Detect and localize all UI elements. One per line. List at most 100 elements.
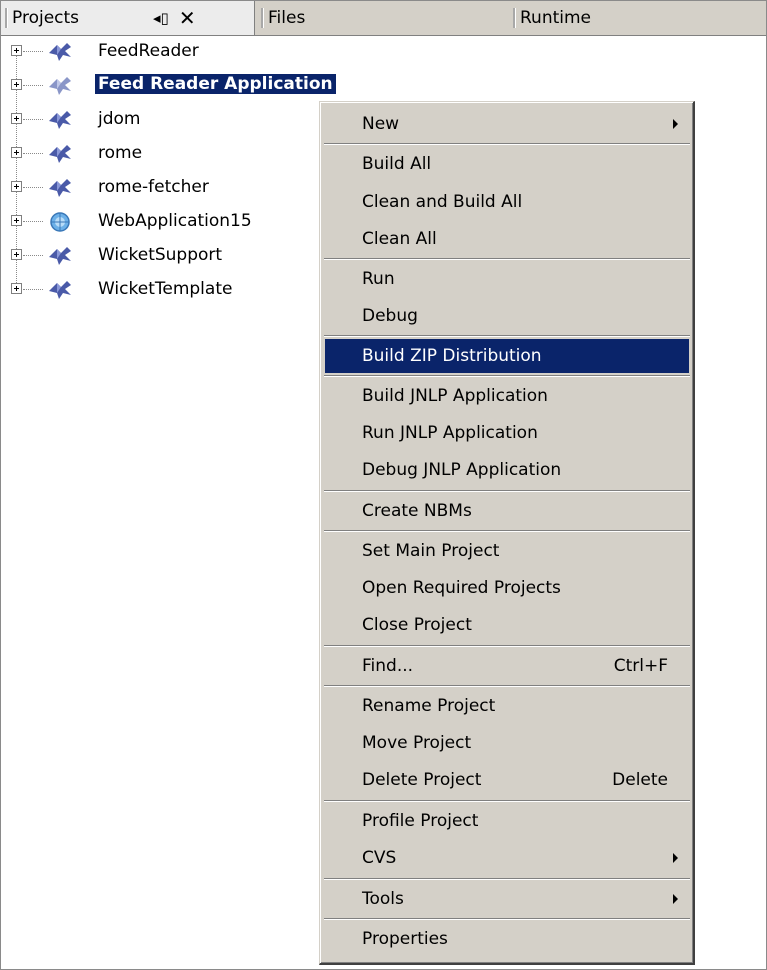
menu-item-delete-project[interactable]: Delete Project Delete	[325, 763, 689, 797]
menu-item-build-zip-distribution[interactable]: Build ZIP Distribution	[325, 339, 689, 373]
tab-projects-label: Projects	[12, 8, 80, 28]
tree-connector	[23, 51, 43, 52]
tab-projects[interactable]: Projects ◂▯ ✕	[1, 1, 255, 35]
menu-item-rename-project[interactable]: Rename Project	[325, 689, 689, 723]
tree-node-label: jdom	[98, 109, 141, 129]
menu-separator	[324, 258, 690, 260]
tab-runtime-label: Runtime	[520, 8, 592, 28]
tab-bar: Projects ◂▯ ✕ Files Runtime	[1, 1, 766, 36]
tree-connector	[23, 221, 43, 222]
menu-separator	[324, 685, 690, 687]
expand-icon[interactable]	[11, 283, 22, 294]
menu-item-label: Profile Project	[362, 811, 479, 831]
project-icon	[49, 77, 71, 95]
project-icon	[49, 281, 71, 299]
menu-item-open-required-projects[interactable]: Open Required Projects	[325, 571, 689, 605]
menu-item-label: Clean and Build All	[362, 192, 523, 212]
menu-item-label: New	[362, 114, 400, 134]
menu-item-run[interactable]: Run	[325, 262, 689, 296]
tab-files-label: Files	[268, 8, 306, 28]
web-project-icon	[50, 212, 70, 232]
expand-icon[interactable]	[11, 249, 22, 260]
menu-item-debug-jnlp-application[interactable]: Debug JNLP Application	[325, 453, 689, 487]
menu-item-label: Properties	[362, 929, 448, 949]
menu-item-label: Clean All	[362, 229, 437, 249]
expand-icon[interactable]	[11, 113, 22, 124]
tab-files[interactable]: Files	[257, 1, 509, 35]
expand-icon[interactable]	[11, 147, 22, 158]
tree-connector	[23, 119, 43, 120]
tree-node-label: WicketSupport	[98, 245, 223, 265]
menu-item-profile-project[interactable]: Profile Project	[325, 804, 689, 838]
close-icon[interactable]: ✕	[179, 6, 196, 30]
menu-item-label: CVS	[362, 848, 397, 868]
menu-item-label: Build JNLP Application	[362, 386, 548, 406]
menu-separator	[324, 800, 690, 802]
menu-item-label: Find...	[362, 656, 414, 676]
tree-node-label-selected: Feed Reader Application	[95, 74, 336, 94]
menu-item-debug[interactable]: Debug	[325, 299, 689, 333]
menu-separator	[324, 143, 690, 145]
tree-connector	[23, 85, 43, 86]
project-icon	[49, 247, 71, 265]
menu-separator	[324, 335, 690, 337]
tree-node-label: FeedReader	[98, 41, 199, 61]
menu-item-close-project[interactable]: Close Project	[325, 608, 689, 642]
minimize-icon[interactable]: ◂▯	[153, 9, 169, 27]
menu-item-label: Build All	[362, 154, 432, 174]
menu-separator	[324, 878, 690, 880]
menu-item-label: Tools	[362, 889, 404, 909]
menu-item-label: Run JNLP Application	[362, 423, 538, 443]
tree-node-label: WebApplication15	[98, 211, 252, 231]
tree-connector	[23, 187, 43, 188]
expand-icon[interactable]	[11, 79, 22, 90]
menu-separator	[324, 375, 690, 377]
menu-item-label: Run	[362, 269, 395, 289]
expand-icon[interactable]	[11, 45, 22, 56]
menu-item-clean-and-build-all[interactable]: Clean and Build All	[325, 185, 689, 219]
menu-item-tools[interactable]: Tools	[325, 882, 689, 916]
menu-item-set-main-project[interactable]: Set Main Project	[325, 534, 689, 568]
menu-item-shortcut: Ctrl+F	[613, 656, 668, 676]
menu-item-shortcut: Delete	[612, 770, 668, 790]
submenu-arrow-icon	[673, 853, 678, 863]
menu-item-label: Move Project	[362, 733, 472, 753]
menu-item-create-nbms[interactable]: Create NBMs	[325, 494, 689, 528]
menu-item-cvs[interactable]: CVS	[325, 841, 689, 875]
menu-item-move-project[interactable]: Move Project	[325, 726, 689, 760]
projects-window: Projects ◂▯ ✕ Files Runtime FeedReader F…	[0, 0, 767, 970]
menu-item-find[interactable]: Find... Ctrl+F	[325, 649, 689, 683]
menu-item-clean-all[interactable]: Clean All	[325, 222, 689, 256]
tab-grip	[5, 8, 8, 28]
menu-item-build-all[interactable]: Build All	[325, 147, 689, 181]
menu-separator	[324, 490, 690, 492]
menu-item-label: Debug JNLP Application	[362, 460, 562, 480]
menu-item-label: Rename Project	[362, 696, 496, 716]
tab-grip	[513, 8, 516, 28]
menu-separator	[324, 918, 690, 920]
expand-icon[interactable]	[11, 181, 22, 192]
menu-item-label: Build ZIP Distribution	[362, 346, 542, 366]
submenu-arrow-icon	[673, 119, 678, 129]
project-icon	[49, 43, 71, 61]
project-icon	[49, 145, 71, 163]
menu-item-label: Debug	[362, 306, 418, 326]
menu-item-label: Open Required Projects	[362, 578, 561, 598]
menu-item-new[interactable]: New	[325, 107, 689, 141]
menu-separator	[324, 645, 690, 647]
menu-item-build-jnlp-application[interactable]: Build JNLP Application	[325, 379, 689, 413]
tree-connector	[23, 153, 43, 154]
expand-icon[interactable]	[11, 215, 22, 226]
tree-connector	[23, 255, 43, 256]
menu-item-properties[interactable]: Properties	[325, 922, 689, 956]
menu-item-label: Delete Project	[362, 770, 482, 790]
tab-grip	[261, 8, 264, 28]
menu-item-run-jnlp-application[interactable]: Run JNLP Application	[325, 416, 689, 450]
tree-node-label: WicketTemplate	[98, 279, 233, 299]
tab-runtime[interactable]: Runtime	[509, 1, 766, 35]
menu-item-label: Set Main Project	[362, 541, 500, 561]
menu-item-label: Close Project	[362, 615, 472, 635]
tree-node-label: rome	[98, 143, 143, 163]
tree-node-label: rome-fetcher	[98, 177, 209, 197]
project-icon	[49, 179, 71, 197]
